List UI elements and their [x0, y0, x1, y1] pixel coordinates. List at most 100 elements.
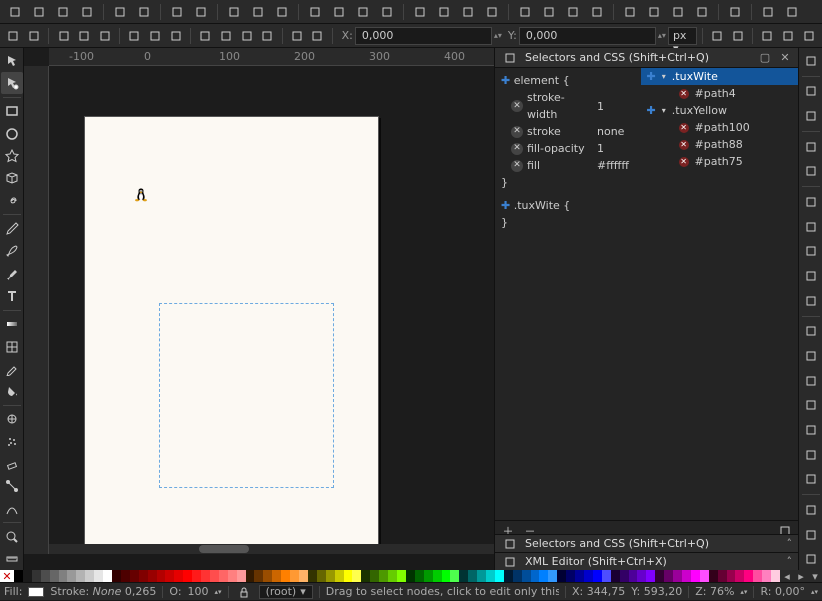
smooth-node-icon[interactable]: [125, 26, 144, 46]
dropper-tool-icon[interactable]: [1, 358, 23, 379]
paste-icon[interactable]: [271, 2, 293, 22]
color-swatch[interactable]: [691, 570, 700, 582]
color-swatch[interactable]: [727, 570, 736, 582]
css-property-row[interactable]: ✕ fill-opacity 1: [501, 140, 635, 157]
color-swatch[interactable]: [94, 570, 103, 582]
palette-menu-button[interactable]: ▾: [808, 570, 822, 582]
snap-bound-icon[interactable]: [562, 2, 584, 22]
delete-property-icon[interactable]: ✕: [511, 143, 523, 155]
line-segment-icon[interactable]: [196, 26, 215, 46]
snap-center-icon[interactable]: [800, 290, 822, 312]
color-swatch[interactable]: [735, 570, 744, 582]
color-swatch[interactable]: [468, 570, 477, 582]
snap-page-icon[interactable]: [586, 2, 608, 22]
color-swatch[interactable]: [718, 570, 727, 582]
color-swatch[interactable]: [67, 570, 76, 582]
connector-tool-icon[interactable]: [1, 476, 23, 497]
palette-scroll-right[interactable]: ▸: [794, 570, 808, 582]
snap-midpoint-icon[interactable]: [800, 419, 822, 441]
remove-item-icon[interactable]: ✕: [679, 89, 689, 99]
pencil-tool-icon[interactable]: [1, 218, 23, 239]
remove-item-icon[interactable]: ✕: [679, 123, 689, 133]
color-swatch[interactable]: [709, 570, 718, 582]
zoom-in-icon[interactable]: [304, 2, 326, 22]
duplicate-icon[interactable]: [409, 2, 431, 22]
snap-node-icon[interactable]: [514, 2, 536, 22]
css-property-value[interactable]: none: [597, 123, 624, 140]
spray-tool-icon[interactable]: [1, 431, 23, 452]
zoom-tool-icon[interactable]: [1, 526, 23, 547]
color-swatch[interactable]: [379, 570, 388, 582]
box3d-tool-icon[interactable]: [1, 168, 23, 189]
spiral-tool-icon[interactable]: [1, 190, 23, 211]
selector-list-pane[interactable]: ✚ ▾ .tuxWite ✕ #path4 ✚ ▾ .tuxYellow ✕ #…: [641, 68, 798, 520]
color-swatch[interactable]: [486, 570, 495, 582]
snap-guide-icon[interactable]: [800, 548, 822, 570]
rectangle-tool-icon[interactable]: [1, 101, 23, 122]
css-property-value[interactable]: 1: [597, 140, 604, 157]
color-swatch[interactable]: [593, 570, 602, 582]
color-swatch[interactable]: [59, 570, 68, 582]
css-property-name[interactable]: stroke-width: [527, 89, 593, 123]
color-swatch[interactable]: [557, 570, 566, 582]
snap-corner-icon[interactable]: [800, 265, 822, 287]
rotate-cw-icon[interactable]: [800, 50, 822, 72]
snap-page-border-icon[interactable]: [800, 499, 822, 521]
color-swatch[interactable]: [361, 570, 370, 582]
show-handles-icon[interactable]: [758, 26, 777, 46]
color-swatch[interactable]: [575, 570, 584, 582]
open-icon[interactable]: [28, 2, 50, 22]
object-to-path-icon[interactable]: [237, 26, 256, 46]
selector-id-item[interactable]: ✕ #path100: [641, 119, 798, 136]
color-swatch[interactable]: [50, 570, 59, 582]
layer-selector[interactable]: (root) ▾: [259, 585, 313, 599]
color-swatch[interactable]: [157, 570, 166, 582]
css-property-name[interactable]: stroke: [527, 123, 593, 140]
rotation-stepper[interactable]: ▴▾: [811, 589, 818, 595]
color-swatch[interactable]: [682, 570, 691, 582]
css-property-row[interactable]: ✕ stroke-width 1: [501, 89, 635, 123]
selector-class-item[interactable]: ✚ ▾ .tuxYellow: [641, 102, 798, 119]
tweak-tool-icon[interactable]: [1, 409, 23, 430]
snap-enable-icon[interactable]: [800, 191, 822, 213]
color-swatch[interactable]: [121, 570, 130, 582]
measure-tool-icon[interactable]: [1, 549, 23, 570]
remove-item-icon[interactable]: ✕: [679, 140, 689, 150]
text-flow-icon[interactable]: [643, 2, 665, 22]
color-swatch[interactable]: [139, 570, 148, 582]
color-swatch[interactable]: [744, 570, 753, 582]
expand-icon[interactable]: ▾: [662, 72, 666, 81]
selector-id-item[interactable]: ✕ #path88: [641, 136, 798, 153]
panel-close-button[interactable]: ✕: [778, 51, 792, 65]
color-swatch[interactable]: [406, 570, 415, 582]
canvas-area[interactable]: -1000100200300400: [24, 48, 494, 554]
color-swatch[interactable]: [174, 570, 183, 582]
add-child-icon[interactable]: ✚: [647, 104, 656, 117]
color-swatch[interactable]: [130, 570, 139, 582]
expand-icon[interactable]: ▾: [662, 106, 666, 115]
zoom-page-icon[interactable]: [352, 2, 374, 22]
preferences-icon[interactable]: [781, 2, 803, 22]
auto-node-icon[interactable]: [166, 26, 185, 46]
color-swatch[interactable]: [32, 570, 41, 582]
grid-icon[interactable]: [800, 136, 822, 158]
eraser-tool-icon[interactable]: [1, 453, 23, 474]
collapsed-dialog-bar[interactable]: XML Editor (Shift+Ctrl+X) ˄: [495, 552, 798, 570]
lpe-tool-icon[interactable]: [1, 498, 23, 519]
delete-node-icon[interactable]: [25, 26, 44, 46]
gradient-tool-icon[interactable]: [1, 314, 23, 335]
color-swatch[interactable]: [228, 570, 237, 582]
snap-cusp-icon[interactable]: [800, 345, 822, 367]
clone-icon[interactable]: [433, 2, 455, 22]
color-swatch[interactable]: [646, 570, 655, 582]
symmetric-node-icon[interactable]: [146, 26, 165, 46]
color-swatch[interactable]: [442, 570, 451, 582]
copy-icon[interactable]: [223, 2, 245, 22]
export-icon[interactable]: [133, 2, 155, 22]
panel-title-bar[interactable]: Selectors and CSS (Shift+Ctrl+Q) ▢ ✕: [495, 48, 798, 68]
color-swatch[interactable]: [548, 570, 557, 582]
color-swatch[interactable]: [237, 570, 246, 582]
star-tool-icon[interactable]: [1, 145, 23, 166]
color-swatch[interactable]: [459, 570, 468, 582]
align-dialog-icon[interactable]: [724, 2, 746, 22]
